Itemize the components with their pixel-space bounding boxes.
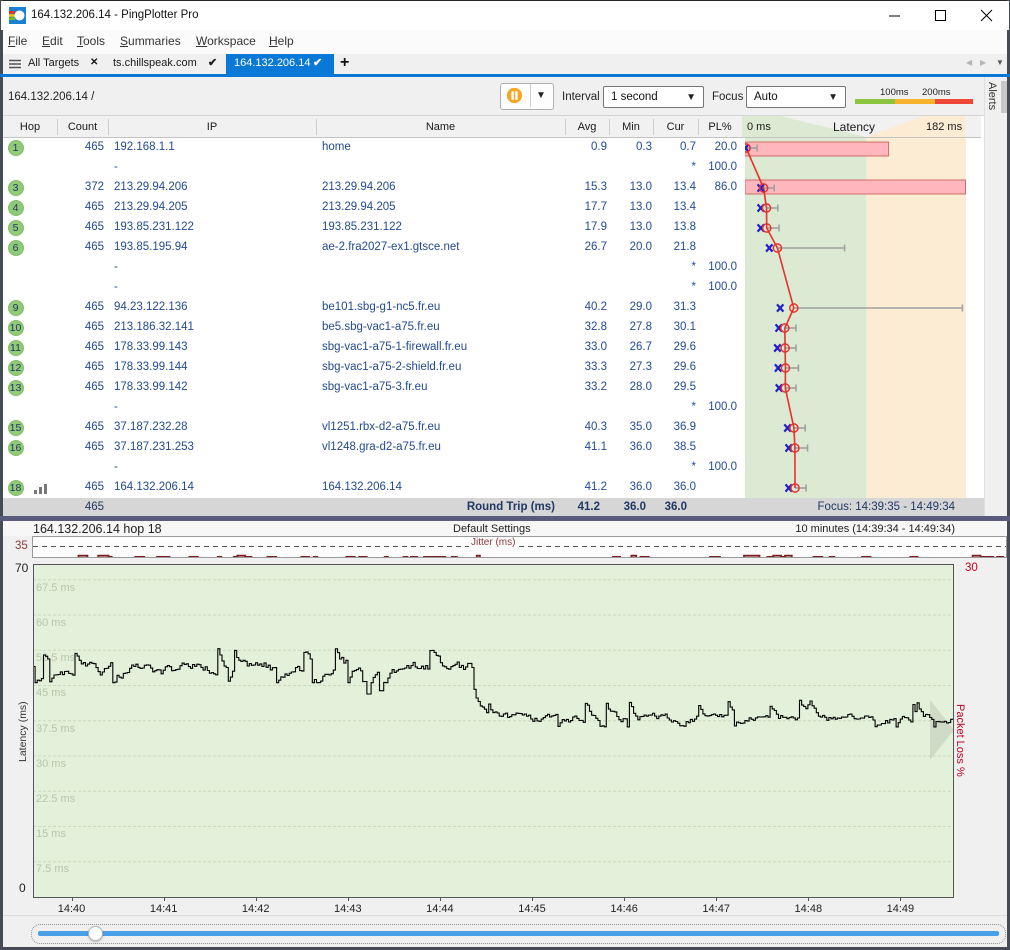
svg-text:45 ms: 45 ms bbox=[36, 687, 66, 699]
svg-text:52.5 ms: 52.5 ms bbox=[36, 652, 76, 664]
svg-text:15 ms: 15 ms bbox=[36, 828, 66, 840]
svg-text:67.5 ms: 67.5 ms bbox=[36, 582, 76, 594]
svg-text:37.5 ms: 37.5 ms bbox=[36, 723, 76, 735]
svg-text:30 ms: 30 ms bbox=[36, 758, 66, 770]
svg-text:60 ms: 60 ms bbox=[36, 617, 66, 629]
svg-text:7.5 ms: 7.5 ms bbox=[36, 863, 70, 875]
svg-text:22.5 ms: 22.5 ms bbox=[36, 793, 76, 805]
